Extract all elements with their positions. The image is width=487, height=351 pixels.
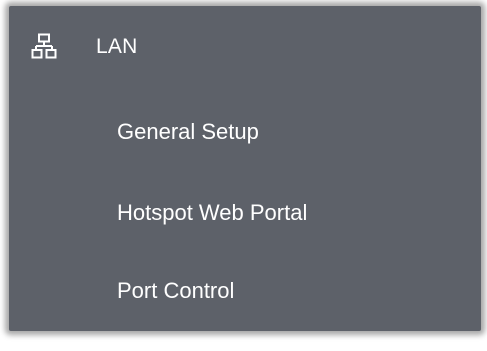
lan-menu-panel: LAN General Setup Hotspot Web Portal Por… xyxy=(9,6,481,331)
submenu-item-port-control[interactable]: Port Control xyxy=(117,278,234,304)
lan-menu-label: LAN xyxy=(96,35,138,58)
submenu-item-hotspot-web-portal[interactable]: Hotspot Web Portal xyxy=(117,200,307,226)
network-lan-icon xyxy=(31,33,57,59)
submenu-item-general-setup[interactable]: General Setup xyxy=(117,119,259,145)
lan-menu-header[interactable]: LAN xyxy=(9,6,481,76)
